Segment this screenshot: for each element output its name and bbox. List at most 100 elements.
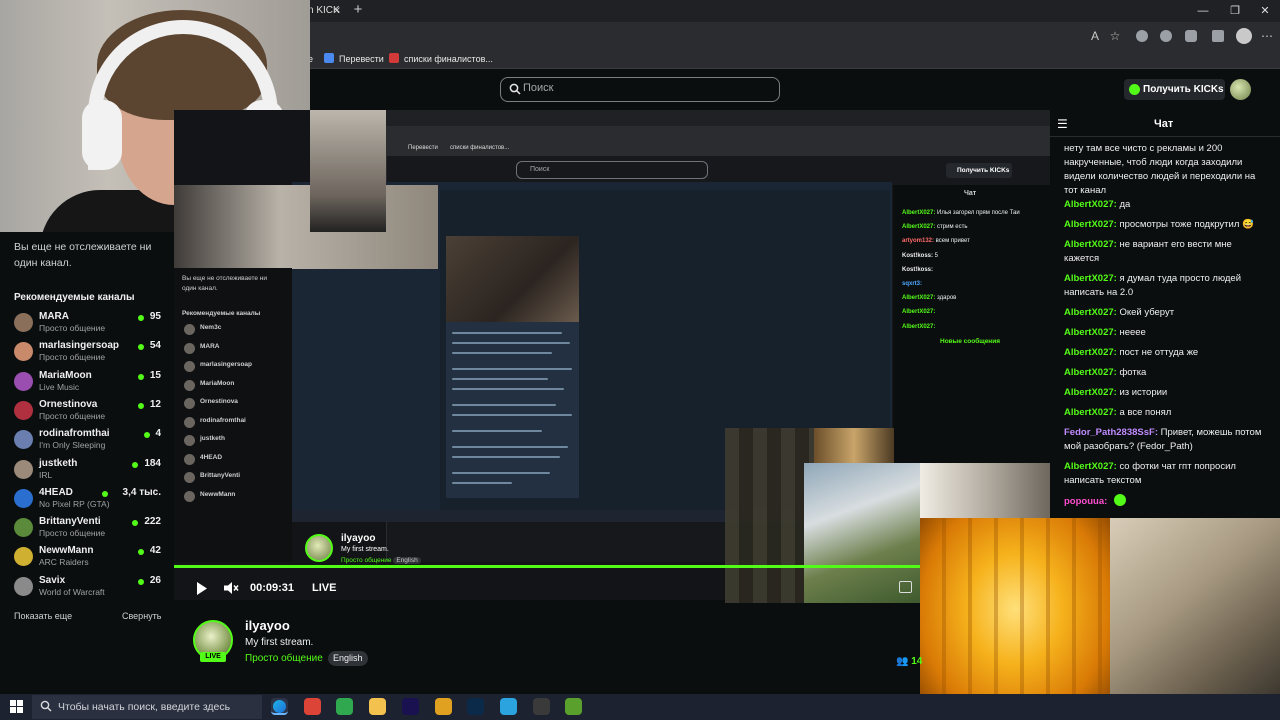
channel-row[interactable]: justketh IRL 184 [14, 458, 164, 487]
extensions-puzzle-icon[interactable] [1185, 30, 1197, 42]
channel-row[interactable]: rodinafromthai I'm Only Sleeping 4 [14, 428, 164, 457]
photoshop-app-icon[interactable] [467, 698, 485, 715]
chat-username[interactable]: AlbertX027: [1064, 239, 1117, 250]
muted-volume-icon[interactable] [223, 581, 239, 595]
channel-row[interactable]: MARA Просто общение 95 [14, 311, 164, 340]
chat-username[interactable]: AlbertX027: [1064, 199, 1117, 210]
chat-message: AlbertX027: не вариант его вести мне каж… [1064, 238, 1264, 266]
channel-row[interactable]: Ornestinova Просто общение 12 [14, 399, 164, 428]
minecraft-app-icon[interactable] [565, 698, 583, 715]
profile-avatar-icon[interactable] [1236, 28, 1252, 44]
chat-username[interactable]: AlbertX027: [1064, 367, 1117, 378]
captured-channel-avatar [184, 361, 195, 372]
captured-chat-line: AlbertX027: стрим есть [902, 224, 967, 230]
text-line [452, 446, 568, 448]
favorite-star-icon[interactable]: ☆ [1106, 27, 1124, 45]
game-clip-tunnel [725, 428, 815, 603]
channel-avatar [14, 518, 33, 538]
bookmark-finalists[interactable]: списки финалистов... [389, 51, 493, 67]
new-tab-icon[interactable]: + [350, 2, 366, 18]
chat-username[interactable]: Fedor_Path2838SsF: [1064, 427, 1158, 438]
channel-category: Live Music [39, 381, 80, 392]
captured-channel-name: MariaMoon [200, 379, 235, 387]
live-dot-icon [138, 549, 144, 556]
channel-category: Просто общение [39, 323, 106, 333]
channel-row[interactable]: NewwMann ARC Raiders 42 [14, 545, 164, 574]
chrome-2-app-icon[interactable] [336, 698, 354, 715]
captured-channel-avatar [184, 472, 195, 483]
text-line [452, 388, 564, 390]
close-window-icon[interactable]: ✕ [1248, 0, 1280, 22]
chat-username[interactable]: popouua: [1064, 496, 1107, 507]
translate-icon [324, 53, 334, 63]
channel-name: marlasingersoap [39, 340, 120, 352]
captured-channel-name: marlasingersoap [200, 361, 253, 368]
channel-name: justketh [39, 457, 78, 469]
captured-sidebar-message-2: один канал. [182, 285, 218, 292]
language-tag[interactable]: English [328, 651, 368, 666]
collections-icon[interactable] [1212, 30, 1224, 42]
chat-text: нету там все чисто с рекламы и 200 накру… [1064, 143, 1256, 196]
chat-username[interactable]: AlbertX027: [1064, 387, 1117, 398]
chat-message: AlbertX027: фотка [1064, 366, 1264, 380]
obs-app-icon[interactable] [532, 698, 550, 715]
captured-webcam [310, 110, 386, 232]
user-avatar[interactable] [1230, 79, 1251, 100]
chat-message: нету там все чисто с рекламы и 200 накру… [1064, 142, 1264, 198]
edge-app-icon[interactable] [271, 698, 288, 715]
captured-chat-line: AlbertX027: [902, 324, 935, 330]
chat-username[interactable]: AlbertX027: [1064, 327, 1117, 338]
telegram-app-icon[interactable] [499, 698, 517, 715]
show-more-link[interactable]: Показать еще [14, 611, 72, 621]
picture-in-picture-icon[interactable] [899, 581, 912, 593]
channel-row[interactable]: 4HEAD No Pixel RP (GTA) 3,4 тыс. [14, 487, 164, 516]
play-icon[interactable] [196, 582, 208, 595]
playback-time: 00:09:31 [250, 582, 295, 594]
captured-channel-name: Nem3c [200, 324, 222, 331]
chat-text: Окей уберут [1119, 307, 1175, 318]
explorer-app-icon[interactable] [369, 698, 387, 715]
extension-icon[interactable] [1136, 30, 1148, 42]
channel-row[interactable]: Savix World of Warcraft 26 [14, 575, 164, 604]
text-line [452, 378, 548, 380]
chrome-app-icon[interactable] [303, 698, 321, 715]
channel-row[interactable]: BrittanyVenti Просто общение 222 [14, 516, 164, 545]
chat-message: AlbertX027: нееее [1064, 326, 1264, 340]
text-line [452, 332, 562, 334]
channel-row[interactable]: MariaMoon Live Music 15 [14, 370, 164, 399]
tab-close-icon[interactable]: × [330, 3, 344, 17]
extension-icon-2[interactable] [1160, 30, 1172, 42]
minimize-icon[interactable]: — [1186, 0, 1220, 22]
chat-username[interactable]: AlbertX027: [1064, 307, 1117, 318]
captured-webcam-strip [174, 185, 438, 269]
captured-bookmark-finalists: списки финалистов... [450, 145, 510, 151]
channel-category: World of Warcraft [39, 586, 105, 597]
captured-chat-text: Илья загорел прям после Таи [935, 210, 1020, 216]
chat-username[interactable]: AlbertX027: [1064, 219, 1117, 230]
live-indicator[interactable]: LIVE [312, 582, 336, 594]
read-aloud-icon[interactable]: A [1086, 27, 1104, 45]
chrome-3-app-icon[interactable] [434, 698, 452, 715]
taskbar-search-placeholder: Чтобы начать поиск, введите здесь [58, 701, 231, 713]
collapse-chat-icon[interactable]: ☰ [1057, 117, 1071, 131]
captured-chat-line: Kost!koss: [902, 267, 933, 273]
webcam-earcup-left [82, 100, 122, 170]
chat-username[interactable]: AlbertX027: [1064, 407, 1117, 418]
chat-username[interactable]: AlbertX027: [1064, 461, 1117, 472]
chat-username[interactable]: AlbertX027: [1064, 273, 1117, 284]
captured-new-messages: Новые сообщения [940, 338, 1001, 345]
channel-row[interactable]: marlasingersoap Просто общение 54 [14, 340, 164, 369]
streamer-name[interactable]: ilyayoo [245, 618, 290, 633]
channel-category: No Pixel RP (GTA) [39, 498, 110, 509]
collapse-link[interactable]: Свернуть [122, 611, 161, 621]
premiere-app-icon[interactable] [401, 698, 419, 715]
bookmark-translate[interactable]: Перевести [324, 51, 384, 67]
chat-text: а все понял [1119, 407, 1172, 418]
more-menu-icon[interactable]: ⋯ [1258, 27, 1276, 45]
game-clip-sand [1110, 518, 1280, 720]
chat-username[interactable]: AlbertX027: [1064, 347, 1117, 358]
windows-start-icon[interactable] [10, 700, 23, 713]
chat-text: нееее [1119, 327, 1146, 338]
stream-category[interactable]: Просто общение [245, 653, 323, 664]
maximize-icon[interactable]: ❐ [1218, 0, 1252, 22]
